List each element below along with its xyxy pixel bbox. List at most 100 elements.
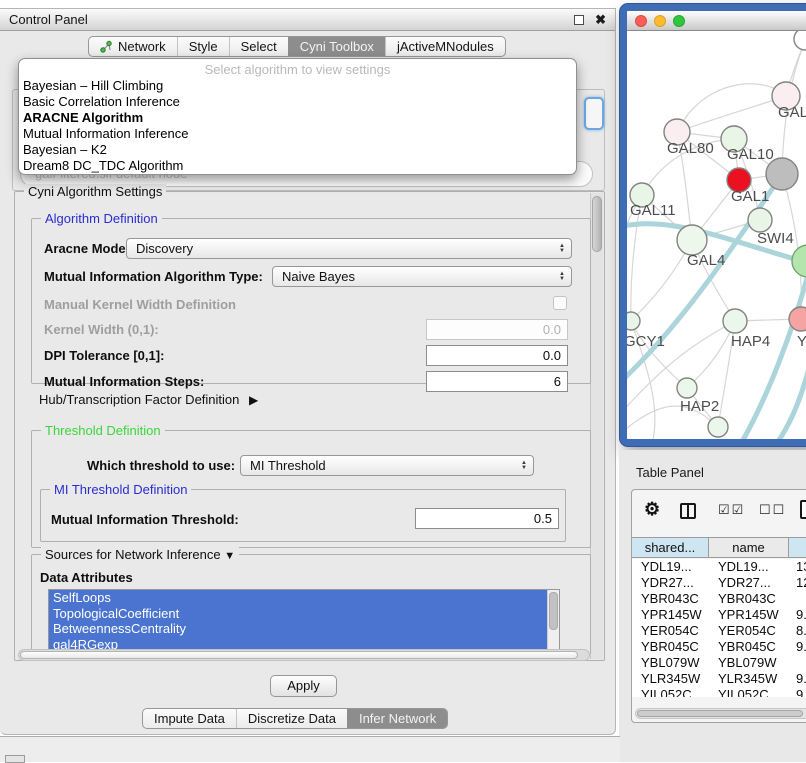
data-attribute-items: SelfLoopsTopologicalCoefficientBetweenne… (49, 590, 559, 651)
table-horizontal-scrollbar[interactable] (635, 708, 806, 719)
network-node[interactable] (794, 31, 806, 50)
control-panel-window: Control Panel ✖ Network Style Select Cyn… (0, 8, 616, 735)
data-attribute-item[interactable]: TopologicalCoefficient (49, 606, 559, 622)
which-threshold-value: MI Threshold (250, 458, 326, 473)
table-row[interactable]: YDL19...YDL19...13 (632, 559, 806, 575)
network-node[interactable] (792, 245, 806, 277)
network-node-y[interactable] (789, 307, 806, 331)
table-cell (789, 591, 806, 607)
algorithm-option[interactable]: Basic Correlation Inference (19, 94, 576, 110)
column-header-clipped[interactable] (789, 538, 806, 557)
minimize-traffic-light-icon[interactable] (654, 15, 666, 27)
tab-impute-data[interactable]: Impute Data (143, 709, 236, 728)
settings-horizontal-scrollbar[interactable] (18, 649, 590, 661)
chevron-right-icon: ▶ (249, 393, 258, 407)
split-columns-icon[interactable] (680, 503, 696, 519)
checked-checkbox-pair-icon[interactable]: ☑☑ (718, 502, 745, 518)
algorithm-option[interactable]: Dream8 DC_TDC Algorithm (19, 158, 576, 174)
settings-vertical-scrollbar[interactable] (590, 193, 603, 659)
gear-icon[interactable]: ⚙ (644, 499, 660, 520)
data-attribute-item[interactable]: BetweennessCentrality (49, 621, 559, 637)
attributes-scrollbar[interactable] (547, 590, 559, 650)
tab-discretize-data-label: Discretize Data (248, 711, 336, 726)
mi-steps-field[interactable]: 6 (426, 371, 568, 392)
close-traffic-light-icon[interactable] (635, 15, 647, 27)
mi-algorithm-type-label: Mutual Information Algorithm Type: (44, 269, 263, 284)
table-horizontal-thumb[interactable] (637, 710, 803, 717)
kernel-width-field[interactable]: 0.0 (426, 319, 568, 340)
zoom-traffic-light-icon[interactable] (673, 15, 685, 27)
network-node[interactable] (766, 158, 798, 190)
tab-style-label: Style (189, 39, 218, 54)
network-node-gal4[interactable] (677, 225, 707, 255)
manual-kernel-width-checkbox[interactable] (553, 296, 567, 310)
tab-cyni-toolbox[interactable]: Cyni Toolbox (288, 37, 385, 56)
apply-button[interactable]: Apply (270, 675, 337, 697)
tab-discretize-data[interactable]: Discretize Data (236, 709, 347, 728)
data-attribute-item[interactable]: SelfLoops (49, 590, 559, 606)
network-node-hap4[interactable] (723, 309, 747, 333)
threshold-definition-title: Threshold Definition (41, 423, 165, 438)
settings-group-title: Cyni Algorithm Settings (24, 184, 166, 199)
document-icon[interactable] (800, 500, 806, 519)
data-attributes-label: Data Attributes (40, 570, 133, 585)
table-row[interactable]: YBL079WYBL079W (632, 655, 806, 671)
network-node-swi4[interactable] (748, 208, 772, 232)
algorithm-option[interactable]: ARACNE Algorithm (19, 110, 576, 126)
network-canvas[interactable]: GALGAL80GAL10GAL1GAL11SWI4GAL4GCY1HAP4YH… (627, 31, 806, 439)
table-row[interactable]: YIL052CYIL052C9 (632, 687, 806, 697)
tab-style[interactable]: Style (177, 37, 229, 56)
network-node-gcy1[interactable] (627, 312, 640, 330)
aracne-mode-label: Aracne Mode: (44, 241, 130, 256)
table-row[interactable]: YBR043CYBR043C (632, 591, 806, 607)
table-row[interactable]: YPR145WYPR145W9. (632, 607, 806, 623)
table-cell: YDL19... (632, 559, 709, 575)
which-threshold-combobox[interactable]: MI Threshold ▲▼ (240, 455, 534, 476)
mi-threshold-definition-title: MI Threshold Definition (50, 482, 191, 497)
mi-threshold-field[interactable]: 0.5 (415, 508, 559, 529)
focused-combo-button[interactable] (584, 97, 604, 130)
dpi-tolerance-field[interactable]: 0.0 (426, 345, 568, 366)
tab-network[interactable]: Network (89, 37, 177, 56)
tab-select[interactable]: Select (229, 37, 288, 56)
tab-infer-network[interactable]: Infer Network (347, 709, 447, 728)
network-node-hap2[interactable] (677, 378, 697, 398)
mi-algorithm-type-combobox[interactable]: Naive Bayes ▲▼ (272, 266, 572, 287)
table-row[interactable]: YLR345WYLR345W9. (632, 671, 806, 687)
algorithm-option[interactable]: Mutual Information Inference (19, 126, 576, 142)
algorithm-option[interactable]: Bayesian – Hill Climbing (19, 78, 576, 94)
column-header-name[interactable]: name (709, 538, 789, 557)
settings-scrollbar-thumb[interactable] (592, 196, 602, 252)
table-cell: 12 (789, 575, 806, 591)
close-icon[interactable]: ✖ (595, 14, 606, 26)
unchecked-checkbox-pair-icon[interactable]: ☐☐ (759, 502, 786, 518)
attributes-scrollbar-thumb[interactable] (549, 592, 558, 630)
table-panel: Table Panel ⚙ ☑☑ ☐☐ shared... name YDL19… (619, 450, 806, 762)
table-row[interactable]: YBR045CYBR045C9. (632, 639, 806, 655)
float-window-icon[interactable] (574, 15, 584, 25)
sources-title-text: Sources for Network Inference (45, 547, 221, 562)
sources-group-title[interactable]: Sources for Network Inference ▼ (41, 547, 239, 562)
network-node[interactable] (708, 417, 728, 437)
table-panel-title: Table Panel (636, 465, 704, 480)
algorithm-option[interactable]: Bayesian – K2 (19, 142, 576, 158)
hub-tf-definition-expander[interactable]: Hub/Transcription Factor Definition ▶ (39, 392, 258, 407)
algorithm-definition-title: Algorithm Definition (41, 211, 162, 226)
table-cell: 9. (789, 639, 806, 655)
network-edge (631, 321, 687, 388)
aracne-mode-combobox[interactable]: Discovery ▲▼ (126, 238, 572, 259)
settings-horizontal-thumb[interactable] (20, 651, 578, 659)
spinner-icon: ▲▼ (553, 244, 571, 254)
column-header-shared-name[interactable]: shared... (632, 538, 709, 557)
mi-steps-label: Mutual Information Steps: (44, 374, 204, 389)
algorithm-dropdown-popup: Select algorithm to view settings Bayesi… (18, 58, 577, 175)
table-row[interactable]: YDR27...YDR27...12 (632, 575, 806, 591)
network-node-label: HAP4 (731, 333, 770, 350)
tab-jactivemnodules[interactable]: jActiveMNodules (385, 37, 505, 56)
threshold-definition-group: Threshold Definition Which threshold to … (31, 430, 591, 548)
control-panel-titlebar: Control Panel ✖ (0, 9, 615, 31)
data-attributes-list[interactable]: SelfLoopsTopologicalCoefficientBetweenne… (48, 589, 560, 651)
table-cell: 9 (789, 687, 806, 697)
kernel-width-label: Kernel Width (0,1): (44, 322, 159, 337)
table-row[interactable]: YER054CYER054C8. (632, 623, 806, 639)
